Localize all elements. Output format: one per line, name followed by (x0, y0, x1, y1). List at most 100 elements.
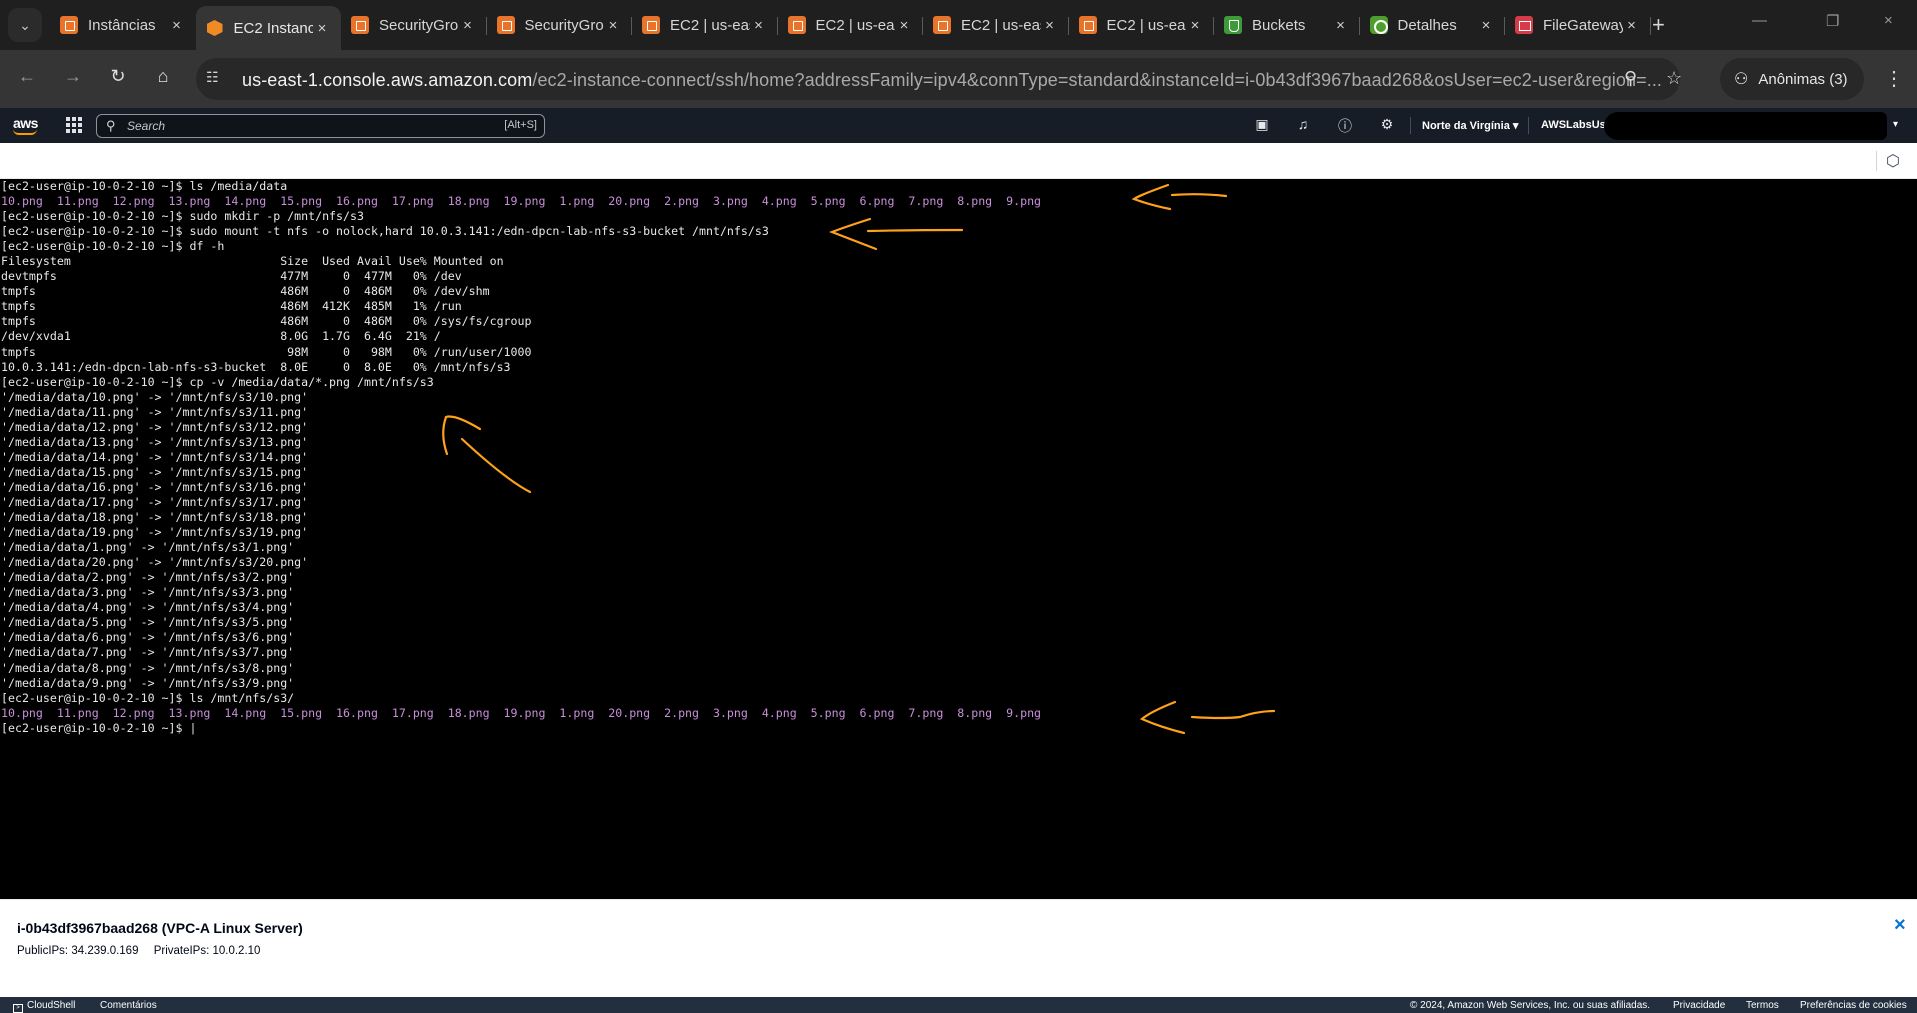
terminal-output-line: '/media/data/20.png' -> '/mnt/nfs/s3/20.… (1, 555, 309, 570)
minimize-icon[interactable]: — (1752, 12, 1767, 29)
tab-close-icon[interactable]: × (1477, 17, 1495, 34)
terms-link[interactable]: Termos (1746, 1000, 1779, 1011)
site-info-icon[interactable]: ☷ (206, 69, 226, 89)
tab-close-icon[interactable]: × (1186, 17, 1204, 34)
tab-close-icon[interactable]: × (168, 17, 186, 34)
incognito-label: Anônimas (3) (1758, 70, 1848, 88)
bookmark-star-icon[interactable]: ☆ (1666, 68, 1682, 89)
console-footer: > CloudShell Comentários © 2024, Amazon W… (0, 997, 1917, 1013)
browser-tab[interactable]: SecurityGroups× (487, 6, 632, 44)
terminal-command-line: [ec2-user@ip-10-0-2-10 ~]$ sudo mount -t… (1, 224, 769, 239)
terminal-output-line: '/media/data/16.png' -> '/mnt/nfs/s3/16.… (1, 479, 309, 494)
terminal-output-line: '/media/data/9.png' -> '/mnt/nfs/s3/9.pn… (1, 675, 295, 690)
ec2-favicon-icon (351, 16, 369, 34)
url-path: /ec2-instance-connect/ssh/home?addressFa… (532, 70, 1663, 90)
tab-close-icon[interactable]: × (459, 17, 477, 34)
back-button[interactable]: ← (14, 66, 40, 87)
browser-tab[interactable]: Detalhes × (1360, 6, 1505, 44)
ec2-favicon-icon (642, 16, 660, 34)
tab-close-icon[interactable]: × (750, 17, 768, 34)
ssh-terminal[interactable]: [ec2-user@ip-10-0-2-10 ~]$ ls /media/dat… (0, 179, 1917, 899)
notifications-bell-icon[interactable]: ♫ (1294, 116, 1312, 132)
settings-gear-icon[interactable]: ⚙ (1378, 116, 1396, 133)
tab-close-icon[interactable]: × (313, 20, 331, 37)
incognito-button[interactable]: ⚇ Anônimas (3) (1720, 58, 1864, 100)
terminal-output-line: '/media/data/5.png' -> '/mnt/nfs/s3/5.pn… (1, 615, 295, 630)
region-selector[interactable]: Norte da Virgínia ▾ (1422, 119, 1518, 132)
cloudshell-icon[interactable]: ▣ (1253, 116, 1271, 133)
home-button[interactable]: ⌂ (150, 66, 176, 87)
browser-tab[interactable]: FileGateway × (1505, 6, 1651, 44)
cookie-preferences-link[interactable]: Preferências de cookies (1800, 1000, 1907, 1011)
tab-label: FileGateway (1543, 16, 1623, 34)
search-shortcut: [Alt+S] (504, 119, 537, 131)
terminal-output-line: tmpfs 486M 412K 485M 1% /run (1, 299, 462, 314)
ec2-favicon-icon (60, 16, 78, 34)
zoom-icon[interactable]: ⚲ (1624, 68, 1637, 89)
account-caret-icon[interactable]: ▾ (1893, 119, 1898, 130)
arrow-annotation (1170, 193, 1228, 198)
terminal-command-line: [ec2-user@ip-10-0-2-10 ~]$ | (1, 720, 197, 735)
tab-label: EC2 | us-east-1 (1106, 16, 1187, 34)
terminal-output-line: tmpfs 98M 0 98M 0% /run/user/1000 (1, 344, 532, 359)
close-panel-icon[interactable]: × (1894, 914, 1906, 937)
tab-close-icon[interactable]: × (604, 17, 622, 34)
cube-favicon-icon (206, 19, 224, 37)
instance-ips: PublicIPs: 34.239.0.169 PrivateIPs: 10.0… (17, 945, 272, 957)
tab-close-icon[interactable]: × (1041, 17, 1059, 34)
terminal-output-line: tmpfs 486M 0 486M 0% /sys/fs/cgroup (1, 314, 532, 329)
tab-label: Instâncias (88, 16, 156, 34)
terminal-command-line: [ec2-user@ip-10-0-2-10 ~]$ cp -v /media/… (1, 374, 434, 389)
browser-tab[interactable]: Instâncias × (50, 6, 196, 44)
instance-title: i-0b43df3967baad268 (VPC-A Linux Server) (17, 920, 303, 936)
public-ips: PublicIPs: 34.239.0.169 (17, 945, 139, 957)
tab-separator (1649, 17, 1651, 35)
ec2-favicon-icon (787, 16, 806, 34)
reload-button[interactable]: ↻ (105, 66, 131, 87)
browser-tab[interactable]: Buckets × (1214, 6, 1360, 44)
arrow-annotation (1139, 700, 1186, 735)
new-tab-button[interactable]: + (1652, 12, 1665, 38)
feedback-link[interactable]: Comentários (100, 1000, 157, 1011)
tab-close-icon[interactable]: × (895, 17, 913, 34)
browser-tab[interactable]: SecurityGroups× (341, 6, 487, 44)
private-ips: PrivateIPs: 10.0.2.10 (153, 945, 261, 957)
browser-tab[interactable]: EC2 Instance Connect× (195, 6, 341, 50)
terminal-output-line: '/media/data/3.png' -> '/mnt/nfs/s3/3.pn… (1, 585, 295, 600)
tab-label: Buckets (1252, 16, 1306, 34)
browser-tab[interactable]: EC2 | us-east-1× (632, 6, 778, 44)
terminal-settings-icon[interactable]: ⬡ (1886, 151, 1900, 171)
tab-close-icon[interactable]: × (1623, 17, 1641, 34)
browser-tab[interactable]: EC2 | us-east-1× (923, 6, 1069, 44)
window-close-icon[interactable]: × (1884, 12, 1893, 29)
aws-logo[interactable]: aws (13, 115, 38, 135)
header-divider (1410, 117, 1411, 134)
restore-icon[interactable]: ❐ (1826, 12, 1839, 30)
browser-menu-icon[interactable]: ⋮ (1884, 66, 1904, 91)
terminal-output-line: devtmpfs 477M 0 477M 0% /dev (1, 269, 462, 284)
terminal-output-line: '/media/data/1.png' -> '/mnt/nfs/s3/1.pn… (1, 540, 295, 555)
filegw-favicon-icon (1515, 16, 1533, 34)
terminal-output-line: '/media/data/2.png' -> '/mnt/nfs/s3/2.pn… (1, 570, 295, 585)
terminal-output-line: Filesystem Size Used Avail Use% Mounted … (1, 254, 504, 269)
header-divider (1528, 117, 1529, 134)
url-text[interactable]: us-east-1.console.aws.amazon.com/ec2-ins… (242, 70, 1662, 91)
terminal-output-line: '/media/data/19.png' -> '/mnt/nfs/s3/19.… (1, 525, 309, 540)
search-icon: ⚲ (106, 118, 116, 133)
browser-tab[interactable]: EC2 | us-east-1× (1069, 6, 1214, 44)
tab-label: EC2 | us-east-1 (961, 16, 1041, 34)
forward-button[interactable]: → (60, 66, 86, 87)
help-icon[interactable]: ⓘ (1336, 116, 1354, 136)
console-search-input[interactable]: ⚲ Search [Alt+S] (96, 114, 545, 138)
terminal-output-line: '/media/data/17.png' -> '/mnt/nfs/s3/17.… (1, 494, 309, 509)
browser-tab[interactable]: EC2 | us-east-1× (778, 6, 923, 44)
privacy-link[interactable]: Privacidade (1673, 1000, 1725, 1011)
tab-close-icon[interactable]: × (1332, 17, 1350, 34)
terminal-output-line: '/media/data/12.png' -> '/mnt/nfs/s3/12.… (1, 419, 309, 434)
services-grid-icon[interactable] (66, 117, 82, 133)
arrow-annotation (1190, 709, 1276, 720)
ec2-favicon-icon (496, 16, 515, 34)
tab-search-button[interactable]: ⌄ (8, 8, 42, 42)
terminal-output-line: '/media/data/18.png' -> '/mnt/nfs/s3/18.… (1, 510, 309, 525)
cloudshell-link[interactable]: > CloudShell (13, 1000, 75, 1013)
